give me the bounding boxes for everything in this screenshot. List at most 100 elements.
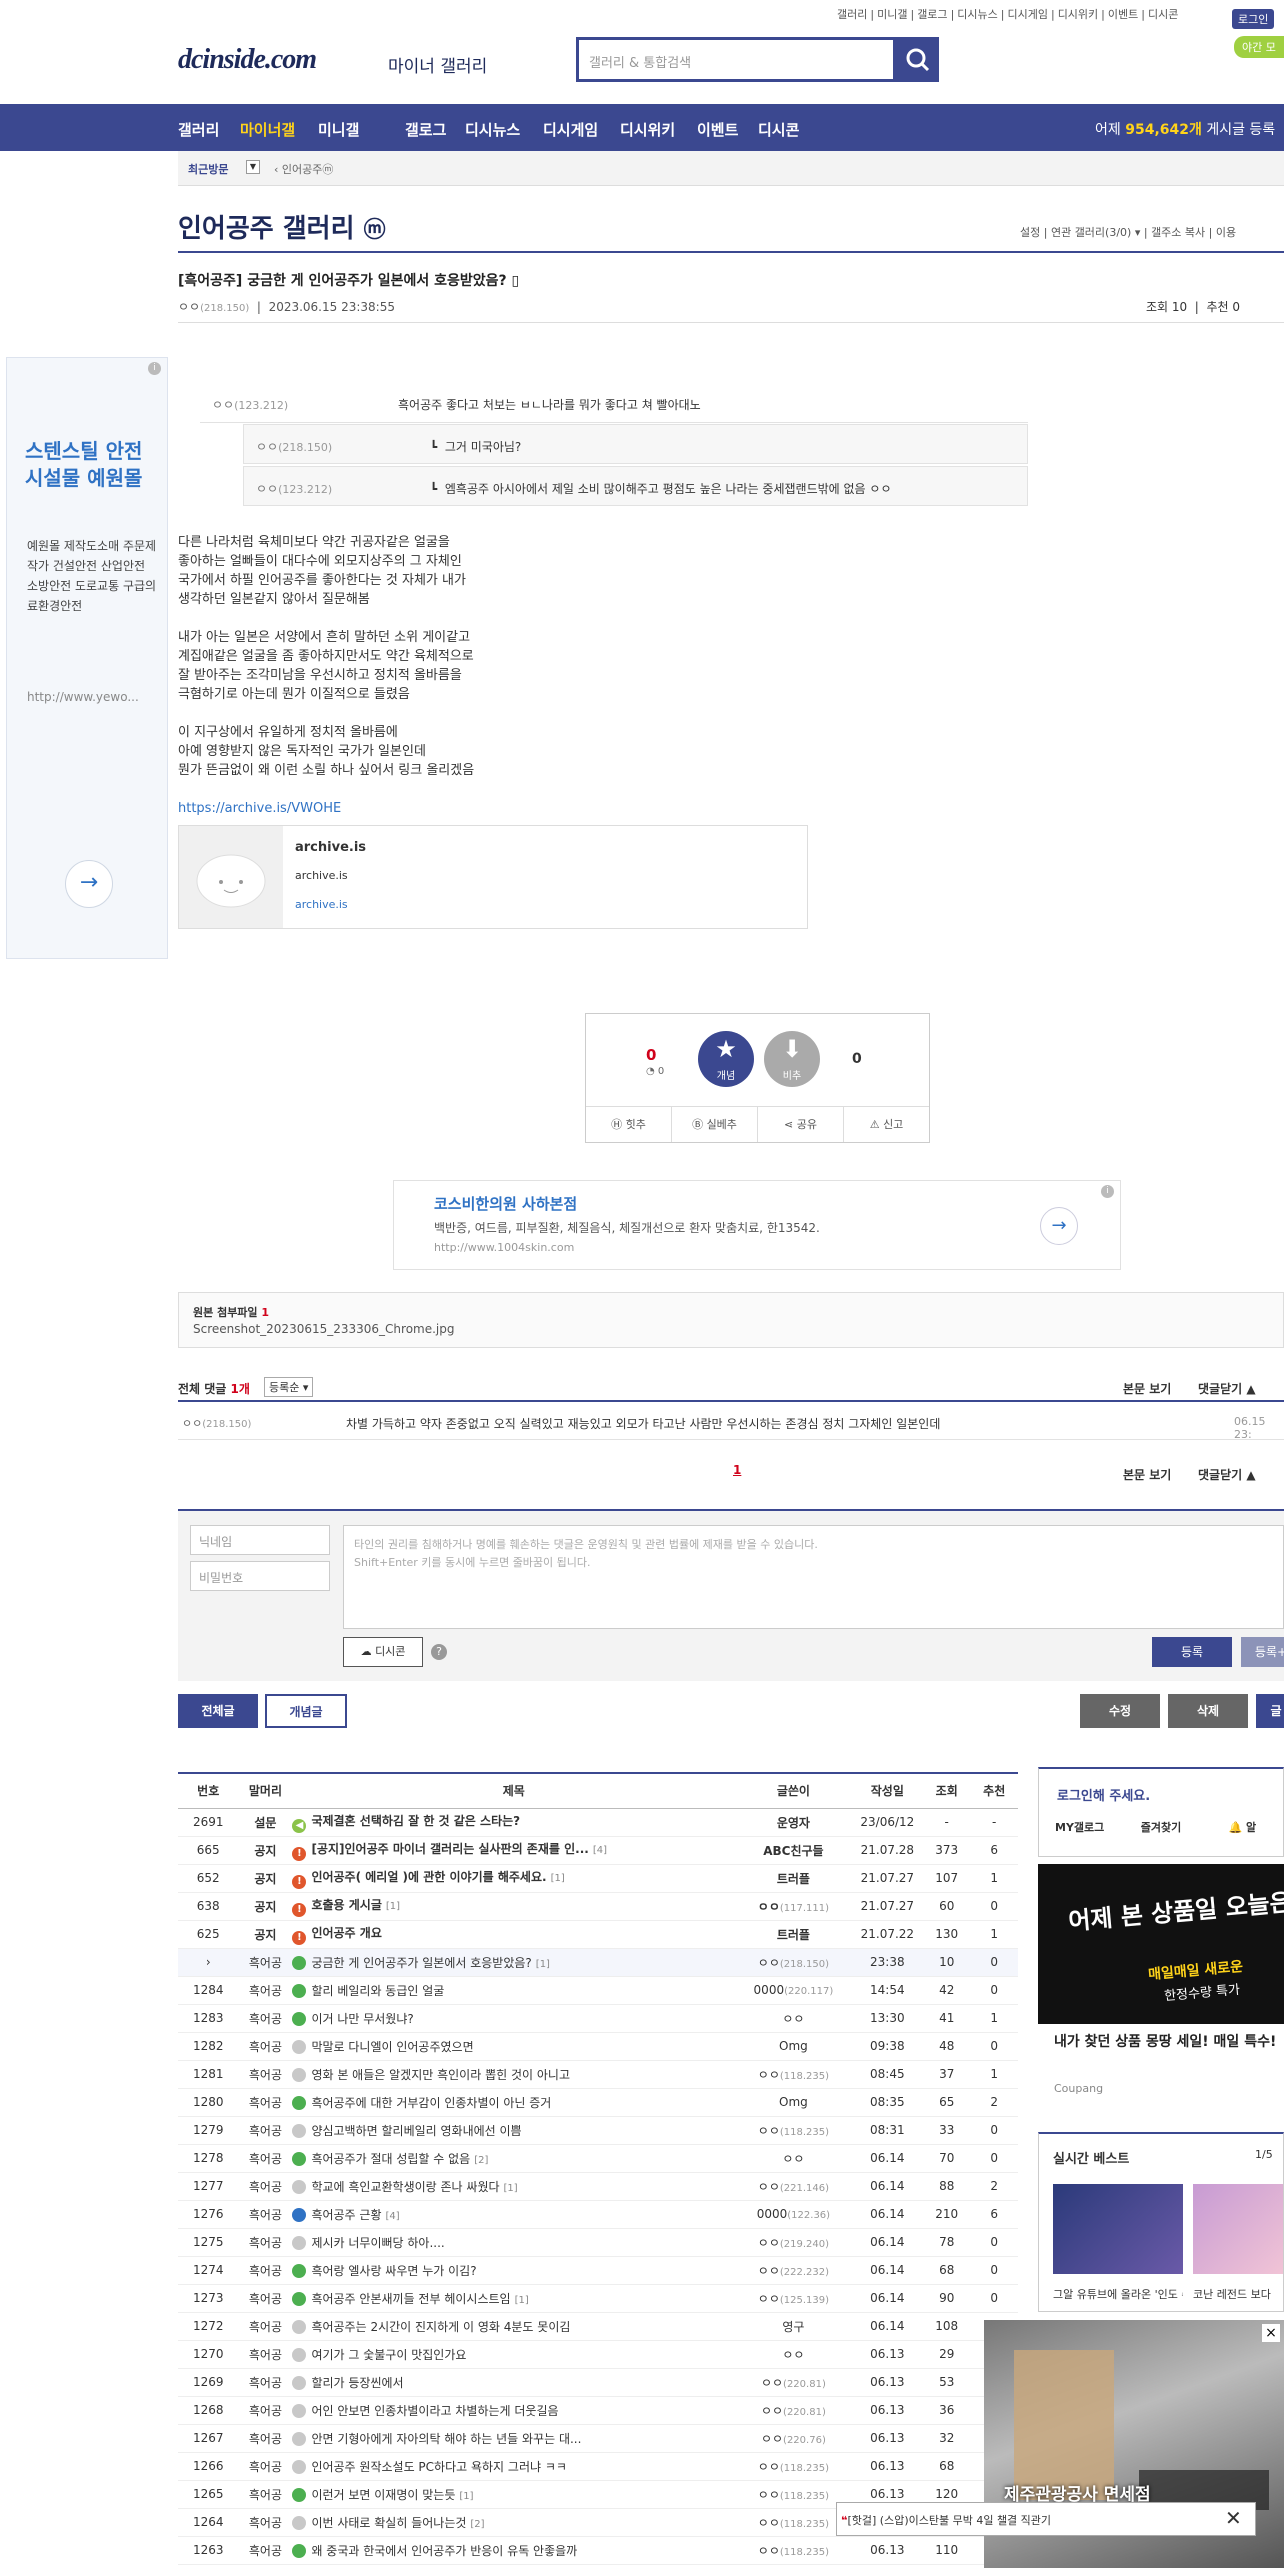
night-mode-button[interactable]: 야간 모 <box>1234 36 1284 58</box>
recent-label[interactable]: 최근방문 <box>188 161 228 177</box>
post-writer[interactable]: ㅇㅇ(125.139) <box>735 2284 852 2313</box>
chevron-down-icon[interactable]: ▼ <box>246 160 260 174</box>
post-title-text[interactable]: 어인 안보면 인종차별이라고 차별하는게 더웃길음 <box>311 2404 558 2418</box>
nav-news[interactable]: 디시뉴스 <box>465 119 520 140</box>
post-title-text[interactable]: 할리가 등장씬에서 <box>311 2376 403 2390</box>
post-writer[interactable]: ㅇㅇ(118.235) <box>735 2452 852 2481</box>
post-title-text[interactable]: 제시카 너무이뻐당 하아.... <box>311 2236 444 2250</box>
top-link[interactable]: 디시뉴스 <box>957 8 997 21</box>
nav-game[interactable]: 디시게임 <box>543 119 598 140</box>
post-title[interactable]: 제시카 너무이뻐당 하아.... <box>292 2228 736 2257</box>
write-button[interactable]: 글 <box>1256 1694 1284 1728</box>
post-title[interactable]: 어인 안보면 인종차별이라고 차별하는게 더웃길음 <box>292 2396 736 2425</box>
comment-textarea[interactable]: 타인의 권리를 침해하거나 명예를 훼손하는 댓글은 운영원칙 및 관련 법률에… <box>343 1525 1284 1629</box>
post-title[interactable]: 흑어공주 근황 [4] <box>292 2200 736 2229</box>
post-writer[interactable]: ㅇㅇ <box>735 2004 852 2033</box>
post-title[interactable]: 학교에 흑인교환학생이랑 존나 싸웠다 [1] <box>292 2172 736 2201</box>
post-title-text[interactable]: 인어공주 원작소설도 PC하다고 욕하지 그러냐 ㅋㅋ <box>311 2460 567 2474</box>
table-row[interactable]: 1274 흑어공 흑어랑 엘사랑 싸우면 누가 이김? ㅇㅇ(222.232) 06.1… <box>178 2256 1018 2285</box>
best-page[interactable]: 1/5 <box>1255 2148 1273 2161</box>
delete-button[interactable]: 삭제 <box>1168 1694 1248 1728</box>
post-writer[interactable]: 0000(122.36) <box>735 2200 852 2229</box>
post-title-text[interactable]: 안면 기형아에게 자아의탁 해야 하는 년들 와꾸는 대... <box>311 2432 581 2446</box>
post-title[interactable]: ! [공지]인어공주 마이너 갤러리는 실사판의 존재를 인... [4] <box>292 1836 736 1865</box>
best-thumb[interactable] <box>1193 2184 1283 2274</box>
search-input[interactable]: 갤러리 & 통합검색 <box>576 37 896 82</box>
submit-button[interactable]: 등록 <box>1152 1637 1232 1667</box>
post-writer[interactable]: ㅇㅇ(118.235) <box>735 2508 852 2537</box>
best-thumb[interactable] <box>1053 2184 1183 2274</box>
post-title[interactable]: ! 인어공주( 에리얼 )에 관한 이야기를 해주세요. [1] <box>292 1864 736 1893</box>
top-link[interactable]: 디시게임 <box>1007 8 1047 21</box>
post-title-text[interactable]: 흑어공주 안본새끼들 전부 헤이시스트임 <box>311 2292 510 2306</box>
nav-wiki[interactable]: 디시위키 <box>620 119 675 140</box>
table-row[interactable]: 1267 흑어공 안면 기형아에게 자아의탁 해야 하는 년들 와꾸는 대... ㅇㅇ… <box>178 2424 1018 2453</box>
post-title[interactable]: 여기가 그 숯불구이 맛집인가요 <box>292 2340 736 2369</box>
nav-dccon[interactable]: 디시콘 <box>758 119 799 140</box>
middle-ad[interactable]: 코스비한의원 사하본점 백반증, 여드름, 피부질환, 체질음식, 체질개선으로… <box>393 1180 1121 1270</box>
close-comments-link[interactable]: 댓글닫기 ▲ <box>1198 1380 1256 1397</box>
share-button[interactable]: ⋖ 공유 <box>758 1107 844 1142</box>
post-writer[interactable]: ㅇㅇ(117.111) <box>735 1892 852 1921</box>
arrow-right-icon[interactable]: → <box>1040 1207 1078 1245</box>
post-writer[interactable]: Omg <box>735 2032 852 2061</box>
news-ticker[interactable]: ❝[핫걸] (스압)이스탄불 무박 4일 챌결 직관기 ✕ <box>836 2502 1256 2536</box>
top-link[interactable]: 갤로그 <box>917 8 947 21</box>
ad-title[interactable]: 스텐스틸 안전시설물 예원몰 <box>25 438 155 492</box>
post-writer[interactable]: ㅇㅇ(118.235) <box>735 2536 852 2565</box>
post-title-text[interactable]: 흑어공주가 절대 성립할 수 없음 <box>311 2152 470 2166</box>
close-icon[interactable]: ✕ <box>1225 2506 1242 2530</box>
submit-recommend-button[interactable]: 등록+ <box>1241 1637 1284 1667</box>
favorites-button[interactable]: 즐겨찾기 <box>1120 1819 1201 1835</box>
table-row[interactable]: 1268 흑어공 어인 안보면 인종차별이라고 차별하는게 더웃길음 ㅇㅇ(220.8… <box>178 2396 1018 2425</box>
table-row[interactable]: 1284 흑어공 할리 베일리와 동급인 얼굴 0000(220.117) 14:54 4… <box>178 1976 1018 2005</box>
ad-url[interactable]: http://www.yewo... <box>27 690 139 704</box>
post-title-text[interactable]: 영화 본 애들은 알겠지만 흑인이라 뽑힌 것이 아니고 <box>311 2068 570 2082</box>
table-row[interactable]: 1266 흑어공 인어공주 원작소설도 PC하다고 욕하지 그러냐 ㅋㅋ ㅇㅇ(118… <box>178 2452 1018 2481</box>
logo-subtitle[interactable]: 마이너 갤러리 <box>388 52 487 77</box>
downvote-button[interactable]: ⬇ 비추 <box>764 1031 820 1087</box>
dccon-button[interactable]: ☁ 디시콘 <box>343 1637 423 1667</box>
related-gallery-link[interactable]: 연관 갤러리(3/0) <box>1051 226 1131 239</box>
post-title[interactable]: 이거 나만 무서웠냐? <box>292 2004 736 2033</box>
table-row[interactable]: 1279 흑어공 양심고백하면 할리베일리 영화내에선 이쁨 ㅇㅇ(118.235) 0… <box>178 2116 1018 2145</box>
post-title[interactable]: 흑어공주가 절대 성립할 수 없음 [2] <box>292 2144 736 2173</box>
post-title-text[interactable]: 흑어공주는 2시간이 진지하게 이 영화 4분도 못이김 <box>311 2320 570 2334</box>
attachment-file[interactable]: Screenshot_20230615_233306_Chrome.jpg <box>193 1322 455 1336</box>
post-writer[interactable]: Omg <box>735 2088 852 2117</box>
nav-gallery[interactable]: 갤러리 <box>178 119 219 140</box>
table-row[interactable]: 1280 흑어공 흑어공주에 대한 거부감이 인종차별이 아닌 증거 Omg 08:35… <box>178 2088 1018 2117</box>
hit-button[interactable]: Ⓗ 힛추 <box>586 1107 672 1142</box>
post-title-text[interactable]: 흑어공주에 대한 거부감이 인종차별이 아닌 증거 <box>311 2096 551 2110</box>
post-writer[interactable]: ㅇㅇ(221.146) <box>735 2172 852 2201</box>
post-title-text[interactable]: 양심고백하면 할리베일리 영화내에선 이쁨 <box>311 2124 521 2138</box>
report-button[interactable]: ⚠ 신고 <box>844 1107 929 1142</box>
post-title-text[interactable]: 국제결혼 선택하김 잘 한 것 같은 스타는? <box>311 1814 520 1828</box>
post-title[interactable]: 흑어공주는 2시간이 진지하게 이 영화 4분도 못이김 <box>292 2312 736 2341</box>
post-title-text[interactable]: 인어공주( 에리얼 )에 관한 이야기를 해주세요. <box>311 1870 546 1884</box>
post-title[interactable]: 흑어공주 안본새끼들 전부 헤이시스트임 [1] <box>292 2284 736 2313</box>
post-title[interactable]: ◀ 국제결혼 선택하김 잘 한 것 같은 스타는? <box>292 1808 736 1837</box>
comment-sort-select[interactable]: 등록순 ▾ <box>264 1377 314 1397</box>
post-writer[interactable]: ㅇㅇ(219.240) <box>735 2228 852 2257</box>
post-title-text[interactable]: 막말로 다니엘이 인어공주였으면 <box>311 2040 473 2054</box>
site-logo[interactable]: dcinside.com <box>178 44 317 76</box>
table-row[interactable]: 625 공지! 인어공주 개요 트러플 21.07.22 130 1 <box>178 1920 1018 1949</box>
post-writer[interactable]: ㅇㅇ(118.235) <box>735 2116 852 2145</box>
info-icon[interactable]: i <box>148 362 161 375</box>
left-ad[interactable]: i 스텐스틸 안전시설물 예원몰 예원몰 제작도소매 주문제작가 건설안전 산업… <box>6 357 168 959</box>
post-title-text[interactable]: 할리 베일리와 동급인 얼굴 <box>311 1984 444 1998</box>
top-link[interactable]: 이벤트 <box>1108 8 1138 21</box>
concept-posts-button[interactable]: 개념글 <box>265 1694 347 1728</box>
post-title[interactable]: 흑어공주에 대한 거부감이 인종차별이 아닌 증거 <box>292 2088 736 2117</box>
post-title-text[interactable]: 이거 나만 무서웠냐? <box>311 2012 413 2026</box>
nickname-input[interactable]: 닉네임 <box>190 1525 330 1555</box>
top-link[interactable]: 디시위키 <box>1058 8 1098 21</box>
post-writer[interactable]: 0000(220.117) <box>735 1976 852 2005</box>
copy-url-link[interactable]: 갤주소 복사 <box>1151 226 1205 239</box>
post-title[interactable]: ! 호출용 게시글 [1] <box>292 1892 736 1921</box>
table-row[interactable]: › 흑어공 궁금한 게 인어공주가 일본에서 호응받았음? [1] ㅇㅇ(218.150… <box>178 1948 1018 1977</box>
search-button[interactable] <box>896 37 939 82</box>
table-row[interactable]: 1276 흑어공 흑어공주 근황 [4] 0000(122.36) 06.14 210 6 <box>178 2200 1018 2229</box>
comment-author[interactable]: ㅇㅇ(218.150) <box>182 1415 251 1431</box>
